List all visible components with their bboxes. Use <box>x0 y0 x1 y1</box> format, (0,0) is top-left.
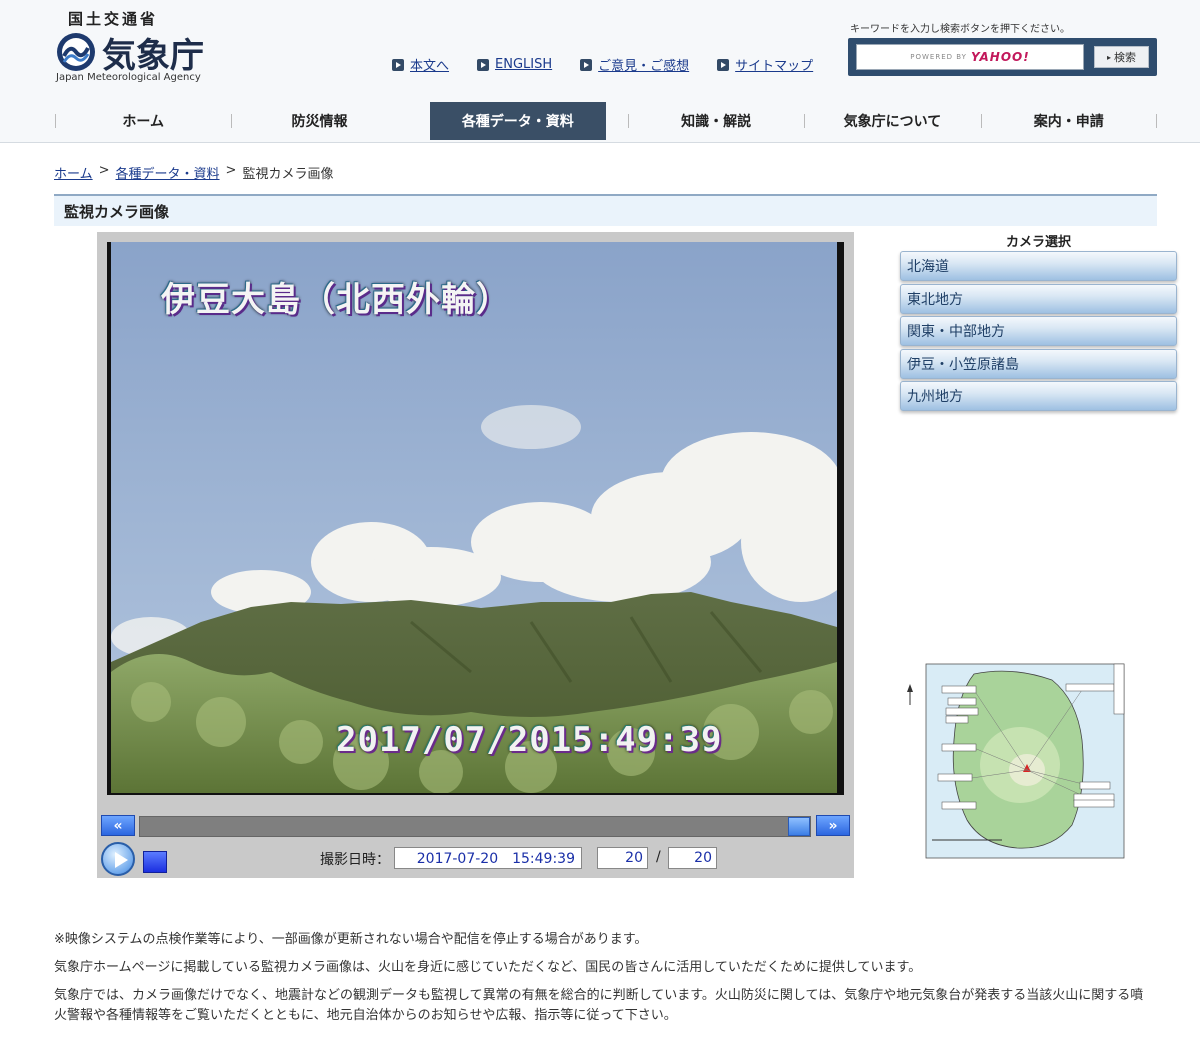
arrow-square-icon <box>392 58 404 71</box>
nav-knowledge[interactable]: 知識・解説 <box>627 102 804 140</box>
playback-controls: « » 撮影日時： 2017-07-20 15:49:39 20 / 20 <box>97 805 854 878</box>
breadcrumb: ホーム > 各種データ・資料 > 監視カメラ画像 <box>54 163 333 182</box>
triangle-right-icon: ▸ <box>1106 52 1111 62</box>
search-button[interactable]: ▸ 検索 <box>1094 46 1149 68</box>
camera-image: 伊豆大島（北西外輪） 2017/07/2015:49:39 <box>111 242 837 793</box>
jma-logo-icon[interactable] <box>56 32 96 72</box>
shot-datetime-field[interactable]: 2017-07-20 15:49:39 <box>394 847 582 869</box>
utility-links: 本文へ ENGLISH ご意見・ご感想 サイトマップ <box>392 55 813 74</box>
island-map-image <box>902 660 1130 870</box>
nav-data[interactable]: 各種データ・資料 <box>429 102 606 140</box>
search-input[interactable]: POWERED BY YAHOO! <box>856 44 1084 70</box>
breadcrumb-current: 監視カメラ画像 <box>242 167 334 182</box>
prev-frame-button[interactable]: « <box>101 815 135 836</box>
slider-thumb[interactable] <box>788 817 810 836</box>
arrow-square-icon <box>477 58 490 71</box>
nav-home[interactable]: ホーム <box>55 102 231 140</box>
region-tohoku[interactable]: 東北地方 <box>900 283 1177 314</box>
notice-maintenance: ※映像システムの点検作業等により、一部画像が更新されない場合や配信を停止する場合… <box>54 932 648 947</box>
global-nav: ホーム 防災情報 各種データ・資料 知識・解説 気象庁について 案内・申請 <box>55 102 1158 140</box>
nav-about[interactable]: 気象庁について <box>804 102 980 140</box>
camera-frame: 伊豆大島（北西外輪） 2017/07/2015:49:39 <box>107 242 844 795</box>
link-sitemap[interactable]: サイトマップ <box>717 55 813 74</box>
camera-viewer: 伊豆大島（北西外輪） 2017/07/2015:49:39 <box>97 232 854 805</box>
double-right-arrow-icon: » <box>828 817 838 834</box>
arrow-square-icon <box>580 58 593 71</box>
shot-datetime-label: 撮影日時： <box>320 852 390 868</box>
breadcrumb-separator: > <box>225 163 237 178</box>
breadcrumb-separator: > <box>98 163 110 178</box>
camera-select-title: カメラ選択 <box>1005 235 1071 250</box>
notices: ※映像システムの点検作業等により、一部画像が更新されない場合や配信を停止する場合… <box>54 930 1154 1034</box>
region-list: 北海道 東北地方 関東・中部地方 伊豆・小笠原諸島 九州地方 <box>900 251 1177 414</box>
region-hokkaido[interactable]: 北海道 <box>900 251 1177 281</box>
next-frame-button[interactable]: » <box>816 815 850 836</box>
camera-location-label: 伊豆大島（北西外輪） <box>161 280 511 320</box>
page-title-bar: 監視カメラ画像 <box>54 194 1157 226</box>
page-title: 監視カメラ画像 <box>64 203 170 221</box>
search-hint: キーワードを入力し検索ボタンを押下ください。 <box>850 24 1070 35</box>
region-kyushu[interactable]: 九州地方 <box>900 381 1177 411</box>
frame-slider[interactable] <box>139 816 811 837</box>
yahoo-logo: YAHOO! <box>970 50 1030 64</box>
frame-total-field: 20 <box>668 847 717 869</box>
agency-name-en: Japan Meteorological Agency <box>56 72 201 83</box>
frame-separator: / <box>656 849 661 865</box>
link-main-content[interactable]: 本文へ <box>392 55 449 74</box>
region-kanto-chubu[interactable]: 関東・中部地方 <box>900 316 1177 346</box>
region-izu-ogasawara[interactable]: 伊豆・小笠原諸島 <box>900 348 1177 379</box>
search-box: POWERED BY YAHOO! ▸ 検索 <box>848 38 1157 76</box>
ministry-name: 国土交通省 <box>68 10 159 28</box>
link-feedback[interactable]: ご意見・ご感想 <box>580 55 689 74</box>
powered-by-text: POWERED BY <box>910 53 967 61</box>
site-header: 国土交通省 気象庁 Japan Meteorological Agency 本文… <box>0 0 1200 143</box>
frame-current-field[interactable]: 20 <box>597 847 648 869</box>
agency-name[interactable]: 気象庁 <box>102 28 204 77</box>
play-button[interactable] <box>101 842 135 876</box>
link-english[interactable]: ENGLISH <box>477 55 552 74</box>
stop-button[interactable] <box>143 851 167 873</box>
camera-timestamp-overlay: 2017/07/2015:49:39 <box>336 720 723 760</box>
nav-disaster-info[interactable]: 防災情報 <box>231 102 407 140</box>
arrow-square-icon <box>717 58 730 71</box>
breadcrumb-home[interactable]: ホーム <box>54 163 93 182</box>
breadcrumb-data[interactable]: 各種データ・資料 <box>116 163 220 182</box>
nav-guide[interactable]: 案内・申請 <box>980 102 1158 140</box>
notice-purpose: 気象庁ホームページに掲載している監視カメラ画像は、火山を身近に感じていただくなど… <box>54 960 922 975</box>
double-left-arrow-icon: « <box>113 817 123 834</box>
notice-disaster-prevention: 気象庁では、カメラ画像だけでなく、地震計などの観測データも監視して異常の有無を総… <box>54 988 1144 1023</box>
